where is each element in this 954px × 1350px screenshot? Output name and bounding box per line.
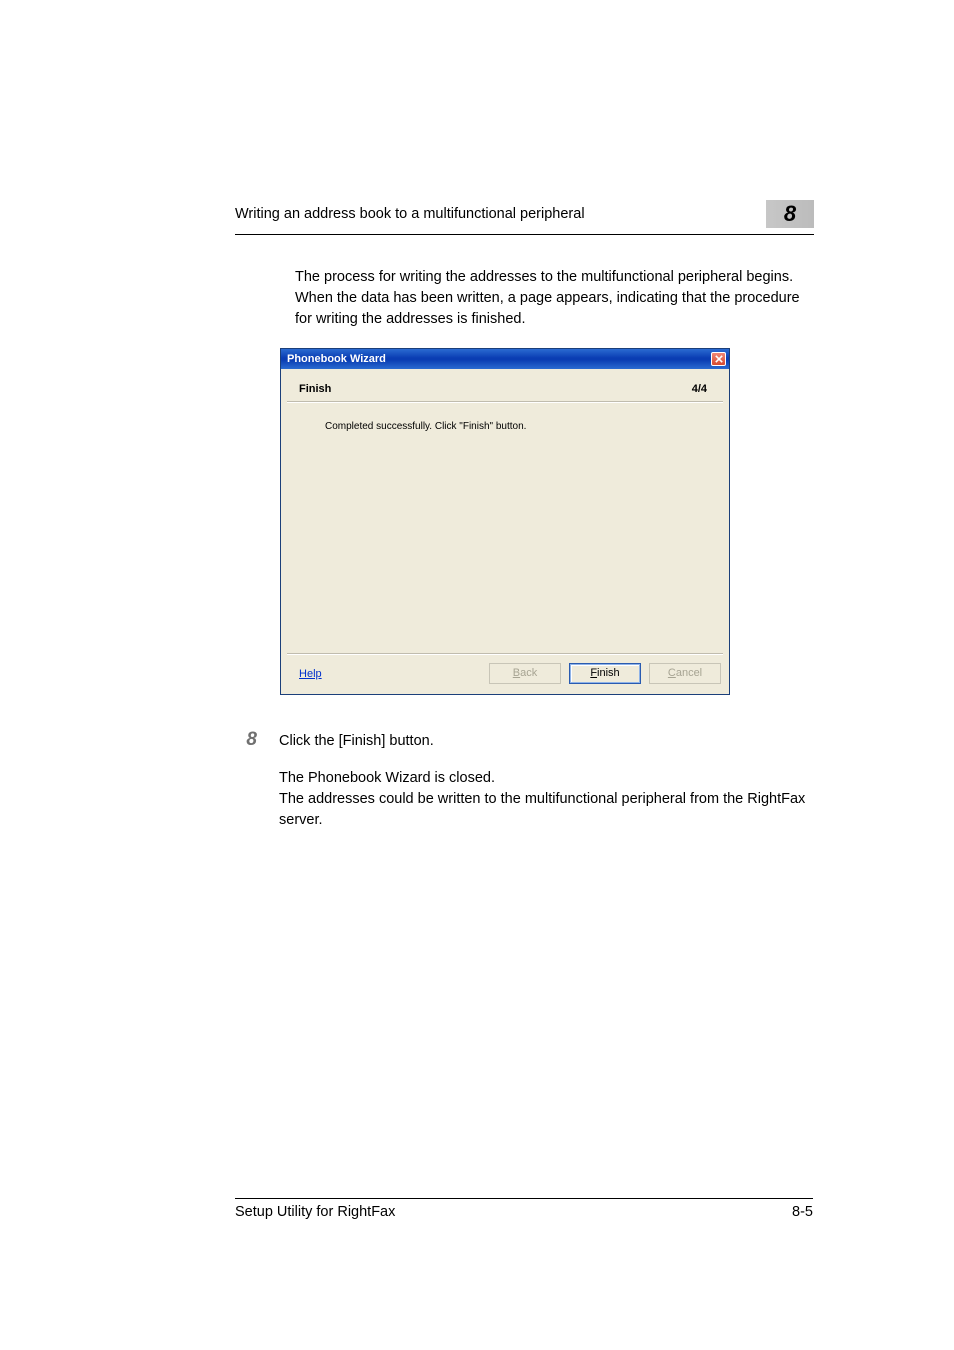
page-header: Writing an address book to a multifuncti… [235,200,814,228]
dialog-title: Phonebook Wizard [287,353,386,365]
footer-product: Setup Utility for RightFax [235,1204,395,1220]
step-instruction: Click the [Finish] button. [279,731,434,752]
close-button[interactable] [711,352,726,366]
dialog-body: Completed successfully. Click "Finish" b… [281,403,729,653]
chapter-number-badge: 8 [766,200,814,228]
help-link-rest: elp [307,668,322,680]
document-page: Writing an address book to a multifuncti… [0,0,954,1350]
footer-page-number: 8-5 [792,1204,813,1220]
close-icon [715,355,723,363]
header-rule [235,234,814,235]
dialog-step-indicator: 4/4 [692,383,707,395]
header-title: Writing an address book to a multifuncti… [235,206,585,222]
back-button: Back [489,663,561,684]
help-link[interactable]: Help [299,668,322,680]
dialog-button-row: Back Finish Cancel [489,663,721,684]
dialog-page-title: Finish [299,383,331,395]
page-footer: Setup Utility for RightFax 8-5 [235,1198,813,1220]
step-8: 8 Click the [Finish] button. [235,731,814,752]
dialog-message: Completed successfully. Click "Finish" b… [325,421,526,432]
footer-row: Setup Utility for RightFax 8-5 [235,1204,813,1220]
cancel-button: Cancel [649,663,721,684]
footer-rule [235,1198,813,1199]
dialog-footer: Help Back Finish Cancel [281,655,729,694]
dialog-titlebar: Phonebook Wizard [281,349,729,369]
finish-button[interactable]: Finish [569,663,641,684]
phonebook-wizard-dialog: Phonebook Wizard Finish 4/4 Completed su… [280,348,730,695]
step-number: 8 [235,730,257,749]
step-followup: The Phonebook Wizard is closed. The addr… [279,768,814,831]
dialog-header-row: Finish 4/4 [281,369,729,401]
intro-paragraph: The process for writing the addresses to… [295,267,814,330]
